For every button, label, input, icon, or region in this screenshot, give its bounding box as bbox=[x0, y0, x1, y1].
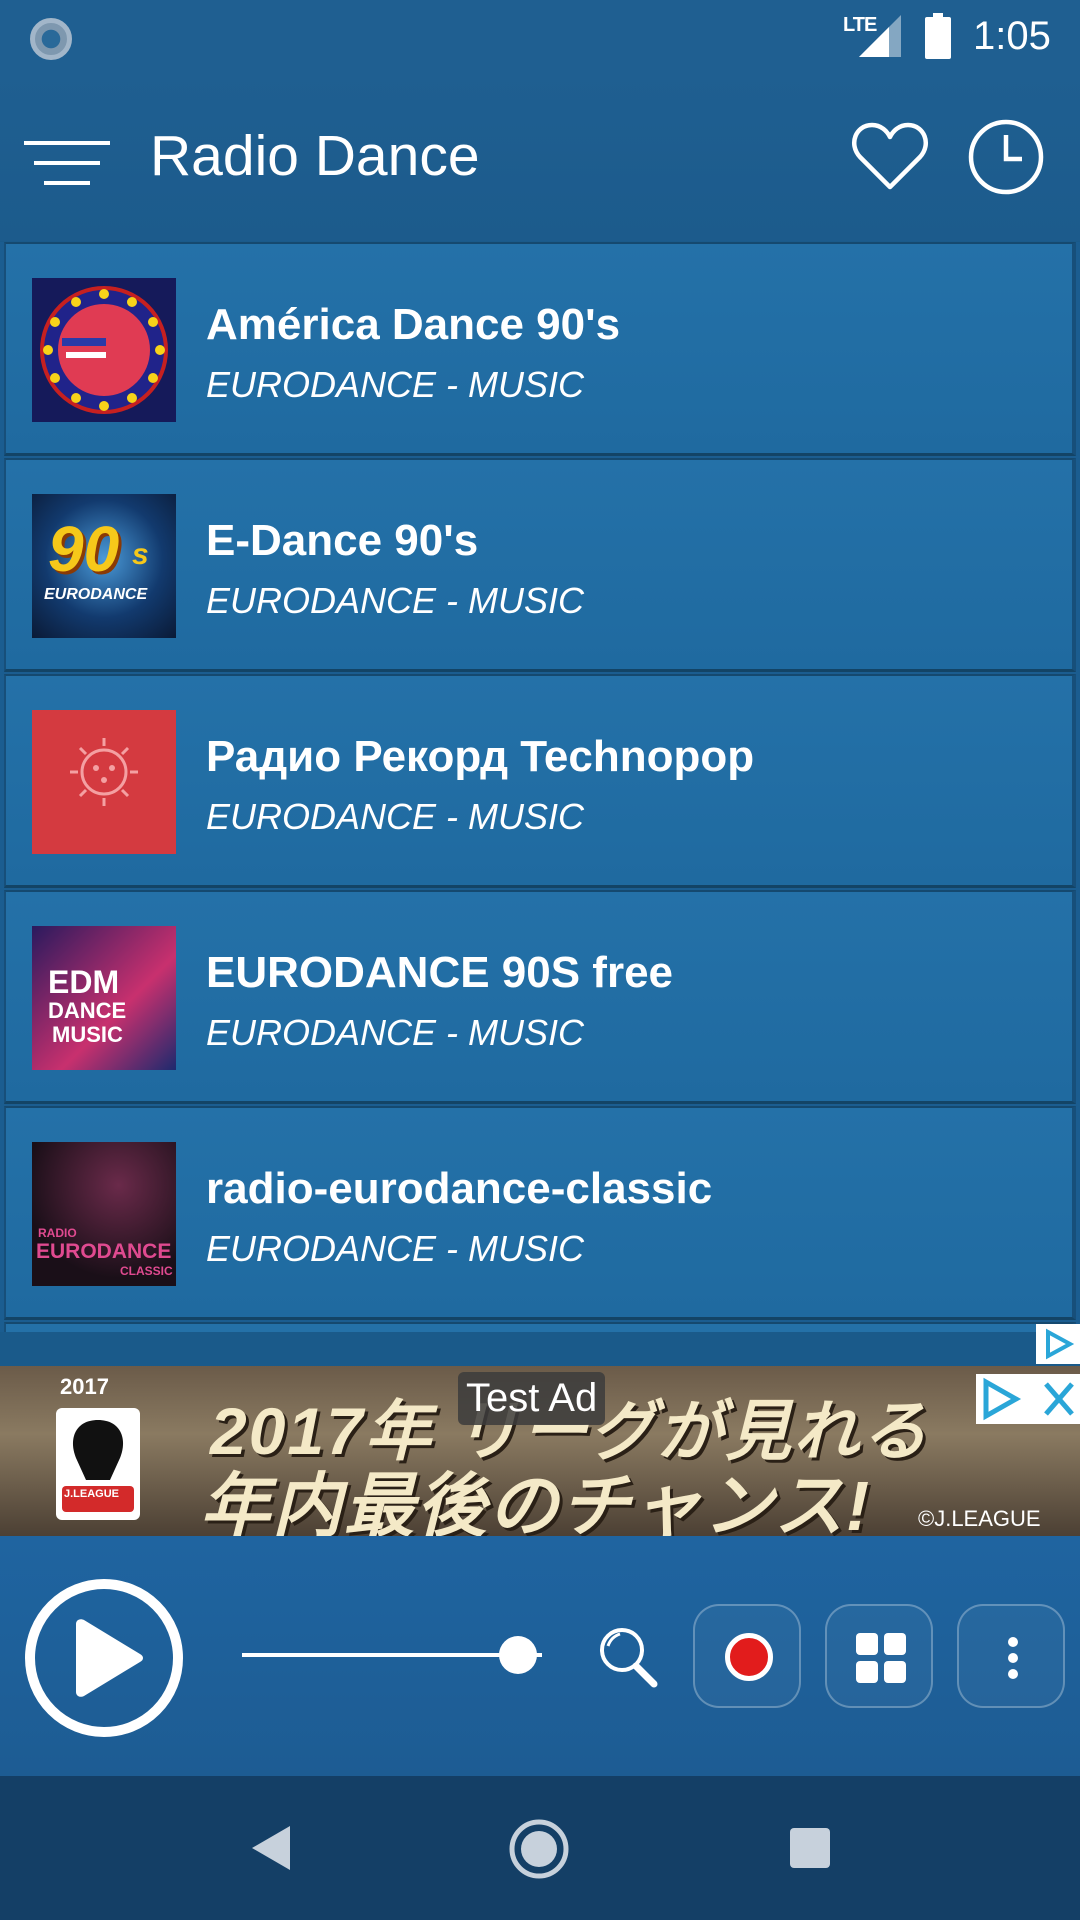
ad-subheadline: 年内最後のチャンス! bbox=[200, 1467, 872, 1536]
back-icon[interactable] bbox=[246, 1822, 296, 1874]
home-icon[interactable] bbox=[508, 1818, 570, 1880]
grid-icon bbox=[856, 1633, 906, 1683]
thumb-text: MUSIC bbox=[52, 1022, 123, 1047]
station-title: E-Dance 90's bbox=[206, 516, 479, 565]
thumb-text: 90 bbox=[48, 513, 120, 585]
station-title: EURODANCE 90S free bbox=[206, 948, 674, 997]
page-title: Radio Dance bbox=[150, 124, 480, 188]
ad-choices[interactable] bbox=[976, 1374, 1080, 1424]
system-nav-bar bbox=[0, 1776, 1080, 1920]
ad-logo-text: J.LEAGUE bbox=[64, 1488, 120, 1500]
ad-banner[interactable]: 2017 J.LEAGUE 2017年 リーグが見れる 年内最後のチャンス! T… bbox=[0, 1366, 1080, 1536]
list-item[interactable]: Радио Рекорд Technopop EURODANCE - MUSIC bbox=[4, 674, 1076, 888]
list-item[interactable]: RADIO EURODANCE CLASSIC radio-eurodance-… bbox=[4, 1106, 1076, 1320]
app-bar: Radio Dance bbox=[0, 73, 1080, 241]
more-button[interactable] bbox=[957, 1604, 1065, 1708]
signal-icon bbox=[859, 15, 901, 57]
volume-handle[interactable] bbox=[499, 1636, 537, 1674]
volume-slider[interactable] bbox=[242, 1653, 542, 1657]
record-button[interactable] bbox=[693, 1604, 801, 1708]
thumb-text: DANCE bbox=[48, 998, 127, 1023]
heart-icon[interactable] bbox=[850, 117, 930, 197]
battery-icon bbox=[925, 13, 951, 59]
thumb-text: EDM bbox=[48, 964, 120, 1000]
ad-logo bbox=[56, 1408, 140, 1520]
ad-year: 2017 bbox=[60, 1374, 109, 1399]
status-bar: LTE 1:05 bbox=[0, 0, 1080, 73]
ad-copyright: ©J.LEAGUE bbox=[918, 1506, 1041, 1531]
station-genre: EURODANCE - MUSIC bbox=[206, 580, 585, 621]
station-genre: EURODANCE - MUSIC bbox=[206, 364, 585, 405]
station-logo bbox=[32, 278, 176, 422]
station-logo: EDM DANCE MUSIC bbox=[32, 926, 176, 1070]
list-item[interactable] bbox=[4, 1322, 1076, 1332]
search-icon[interactable] bbox=[596, 1624, 660, 1688]
menu-icon[interactable] bbox=[24, 133, 110, 193]
thumb-text: RADIO bbox=[38, 1226, 77, 1240]
station-title: América Dance 90's bbox=[206, 300, 621, 349]
thumb-text: EURODANCE bbox=[36, 1240, 172, 1263]
station-logo: RADIO EURODANCE CLASSIC bbox=[32, 1142, 176, 1286]
station-title: radio-eurodance-classic bbox=[206, 1164, 713, 1213]
thumb-text: EURODANCE bbox=[44, 586, 148, 603]
thumb-text: CLASSIC bbox=[120, 1264, 173, 1278]
station-genre: EURODANCE - MUSIC bbox=[206, 1228, 585, 1269]
list-item[interactable]: 90 s EURODANCE E-Dance 90's EURODANCE - … bbox=[4, 458, 1076, 672]
more-vertical-icon bbox=[1008, 1637, 1018, 1679]
test-ad-label: Test Ad bbox=[458, 1372, 606, 1425]
loading-icon bbox=[30, 18, 72, 60]
station-genre: EURODANCE - MUSIC bbox=[206, 1012, 585, 1053]
play-icon[interactable] bbox=[22, 1576, 186, 1740]
station-list[interactable]: América Dance 90's EURODANCE - MUSIC 90 … bbox=[0, 242, 1080, 1332]
record-icon bbox=[725, 1633, 773, 1681]
history-icon[interactable] bbox=[966, 117, 1046, 197]
thumb-text: s bbox=[132, 538, 149, 571]
station-logo bbox=[32, 710, 176, 854]
station-genre: EURODANCE - MUSIC bbox=[206, 796, 585, 837]
station-title: Радио Рекорд Technopop bbox=[206, 732, 755, 781]
list-item[interactable]: América Dance 90's EURODANCE - MUSIC bbox=[4, 242, 1076, 456]
grid-button[interactable] bbox=[825, 1604, 933, 1708]
station-logo: 90 s EURODANCE bbox=[32, 494, 176, 638]
ad-choices-corner[interactable] bbox=[1036, 1324, 1080, 1364]
recents-icon[interactable] bbox=[790, 1828, 830, 1868]
list-item[interactable]: EDM DANCE MUSIC EURODANCE 90S free EUROD… bbox=[4, 890, 1076, 1104]
clock: 1:05 bbox=[973, 14, 1051, 58]
player-bar bbox=[0, 1536, 1080, 1776]
